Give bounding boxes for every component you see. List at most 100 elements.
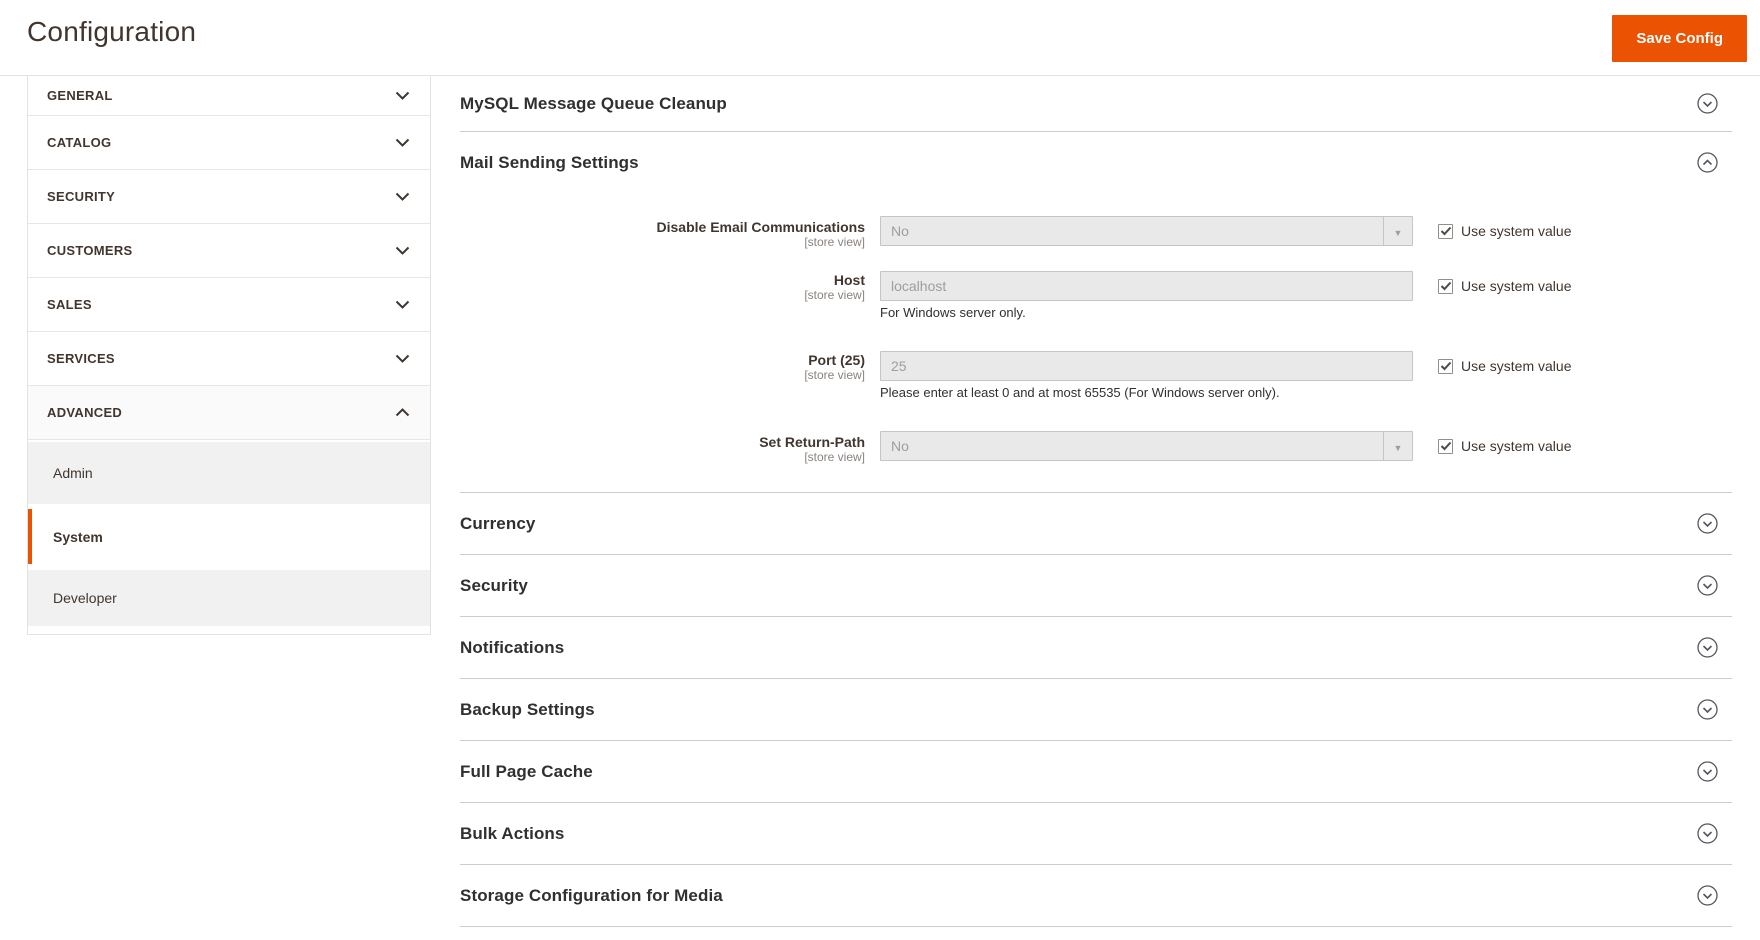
checkmark-icon — [1440, 281, 1451, 291]
collapse-chevron-up-icon[interactable] — [1697, 152, 1718, 173]
use-system-value-group[interactable]: Use system value — [1438, 358, 1571, 374]
port-note: Please enter at least 0 and at most 6553… — [880, 385, 1280, 400]
checkmark-icon — [1440, 226, 1451, 236]
checkbox-label: Use system value — [1461, 278, 1572, 294]
field-label-disable-email-communications: Disable Email Communications [store view… — [460, 219, 866, 250]
subitem-label: System — [53, 528, 103, 545]
section-title: Full Page Cache — [460, 761, 593, 781]
section-title: Storage Configuration for Media — [460, 885, 723, 905]
sidebar-item-label: SALES — [47, 297, 92, 312]
field-label-port: Port (25) [store view] — [460, 352, 865, 383]
input-value: localhost — [891, 278, 947, 294]
chevron-down-icon — [395, 246, 410, 255]
select-value: No — [891, 438, 909, 454]
sidebar-item-general[interactable]: GENERAL — [28, 76, 430, 116]
sidebar-item-label: GENERAL — [47, 88, 113, 103]
sidebar-item-label: SECURITY — [47, 189, 116, 204]
field-scope: [store view] — [804, 368, 865, 382]
dropdown-arrow-icon: ▼ — [1383, 432, 1412, 460]
collapse-chevron-down-icon[interactable] — [1697, 637, 1718, 658]
collapse-chevron-down-icon[interactable] — [1697, 699, 1718, 720]
section-storage-configuration-for-media[interactable]: Storage Configuration for Media — [460, 865, 1732, 927]
use-system-value-checkbox[interactable] — [1438, 438, 1453, 454]
section-title: Bulk Actions — [460, 823, 565, 843]
collapse-chevron-down-icon[interactable] — [1697, 885, 1718, 906]
section-notifications[interactable]: Notifications — [460, 617, 1732, 679]
dropdown-arrow-icon: ▼ — [1383, 217, 1412, 245]
sidebar-item-label: ADVANCED — [47, 405, 123, 420]
section-mail-sending-settings[interactable]: Mail Sending Settings — [460, 133, 1732, 192]
sidebar-item-sales[interactable]: SALES — [28, 278, 430, 332]
host-note: For Windows server only. — [880, 305, 1026, 320]
collapse-chevron-down-icon[interactable] — [1697, 761, 1718, 782]
field-label-host: Host [store view] — [460, 272, 865, 303]
section-title: Backup Settings — [460, 699, 595, 719]
section-backup-settings[interactable]: Backup Settings — [460, 679, 1732, 741]
sidebar-subitem-system[interactable]: System — [28, 509, 430, 564]
section-title: Currency — [460, 513, 536, 533]
checkmark-icon — [1440, 441, 1451, 451]
page-title: Configuration — [27, 16, 197, 47]
section-title: Mail Sending Settings — [460, 152, 639, 172]
sidebar-item-label: CATALOG — [47, 135, 112, 150]
checkbox-label: Use system value — [1461, 358, 1572, 374]
chevron-up-icon — [395, 408, 410, 417]
sidebar-item-security[interactable]: SECURITY — [28, 170, 430, 224]
collapse-chevron-down-icon[interactable] — [1697, 93, 1718, 114]
chevron-down-icon — [395, 300, 410, 309]
subitem-label: Admin — [53, 465, 93, 481]
section-title: Security — [460, 575, 528, 595]
input-value: 25 — [891, 358, 907, 374]
disable-email-communications-select: No ▼ — [880, 216, 1413, 246]
checkbox-label: Use system value — [1461, 438, 1572, 454]
host-input: localhost — [880, 271, 1413, 301]
use-system-value-group[interactable]: Use system value — [1438, 438, 1571, 454]
advanced-submenu: Admin System Developer — [28, 440, 430, 634]
collapse-chevron-down-icon[interactable] — [1697, 823, 1718, 844]
sidebar-item-advanced[interactable]: ADVANCED — [28, 386, 430, 440]
use-system-value-checkbox[interactable] — [1438, 278, 1453, 294]
field-label: Set Return-Path — [759, 434, 865, 450]
section-mysql-message-queue-cleanup[interactable]: MySQL Message Queue Cleanup — [460, 76, 1732, 132]
collapse-chevron-down-icon[interactable] — [1697, 575, 1718, 596]
subitem-label: Developer — [53, 590, 117, 606]
save-config-button[interactable]: Save Config — [1612, 15, 1747, 62]
collapsed-sections-list: Currency Security Notifications Backup S… — [460, 492, 1732, 927]
chevron-down-icon — [395, 192, 410, 201]
chevron-down-icon — [395, 138, 410, 147]
field-label: Port (25) — [808, 352, 865, 368]
sidebar-subitem-admin[interactable]: Admin — [28, 442, 430, 504]
config-sidebar: GENERAL CATALOG SECURITY CUSTOMERS SALES… — [27, 76, 431, 635]
use-system-value-checkbox[interactable] — [1438, 223, 1453, 239]
set-return-path-select: No ▼ — [880, 431, 1413, 461]
checkmark-icon — [1440, 361, 1451, 371]
port-input: 25 — [880, 351, 1413, 381]
field-label-set-return-path: Set Return-Path [store view] — [460, 434, 865, 465]
section-full-page-cache[interactable]: Full Page Cache — [460, 741, 1732, 803]
sidebar-subitem-developer[interactable]: Developer — [28, 570, 430, 626]
checkbox-label: Use system value — [1461, 223, 1572, 239]
sidebar-item-catalog[interactable]: CATALOG — [28, 116, 430, 170]
section-security[interactable]: Security — [460, 555, 1732, 617]
section-title: Notifications — [460, 637, 565, 657]
section-bulk-actions[interactable]: Bulk Actions — [460, 803, 1732, 865]
chevron-down-icon — [395, 91, 410, 100]
app-header: Configuration Save Config — [0, 0, 1760, 76]
field-scope: [store view] — [804, 450, 865, 464]
select-value: No — [891, 223, 909, 239]
use-system-value-checkbox[interactable] — [1438, 358, 1453, 374]
sidebar-item-services[interactable]: SERVICES — [28, 332, 430, 386]
sidebar-item-customers[interactable]: CUSTOMERS — [28, 224, 430, 278]
field-label: Host — [833, 272, 865, 288]
section-title: MySQL Message Queue Cleanup — [460, 93, 727, 113]
section-currency[interactable]: Currency — [460, 493, 1732, 555]
field-scope: [store view] — [804, 235, 865, 249]
use-system-value-group[interactable]: Use system value — [1438, 278, 1571, 294]
use-system-value-group[interactable]: Use system value — [1438, 223, 1571, 239]
sidebar-item-label: CUSTOMERS — [47, 243, 133, 258]
chevron-down-icon — [395, 354, 410, 363]
field-label: Disable Email Communications — [656, 219, 866, 235]
collapse-chevron-down-icon[interactable] — [1697, 513, 1718, 534]
sidebar-item-label: SERVICES — [47, 351, 115, 366]
field-scope: [store view] — [804, 288, 865, 302]
